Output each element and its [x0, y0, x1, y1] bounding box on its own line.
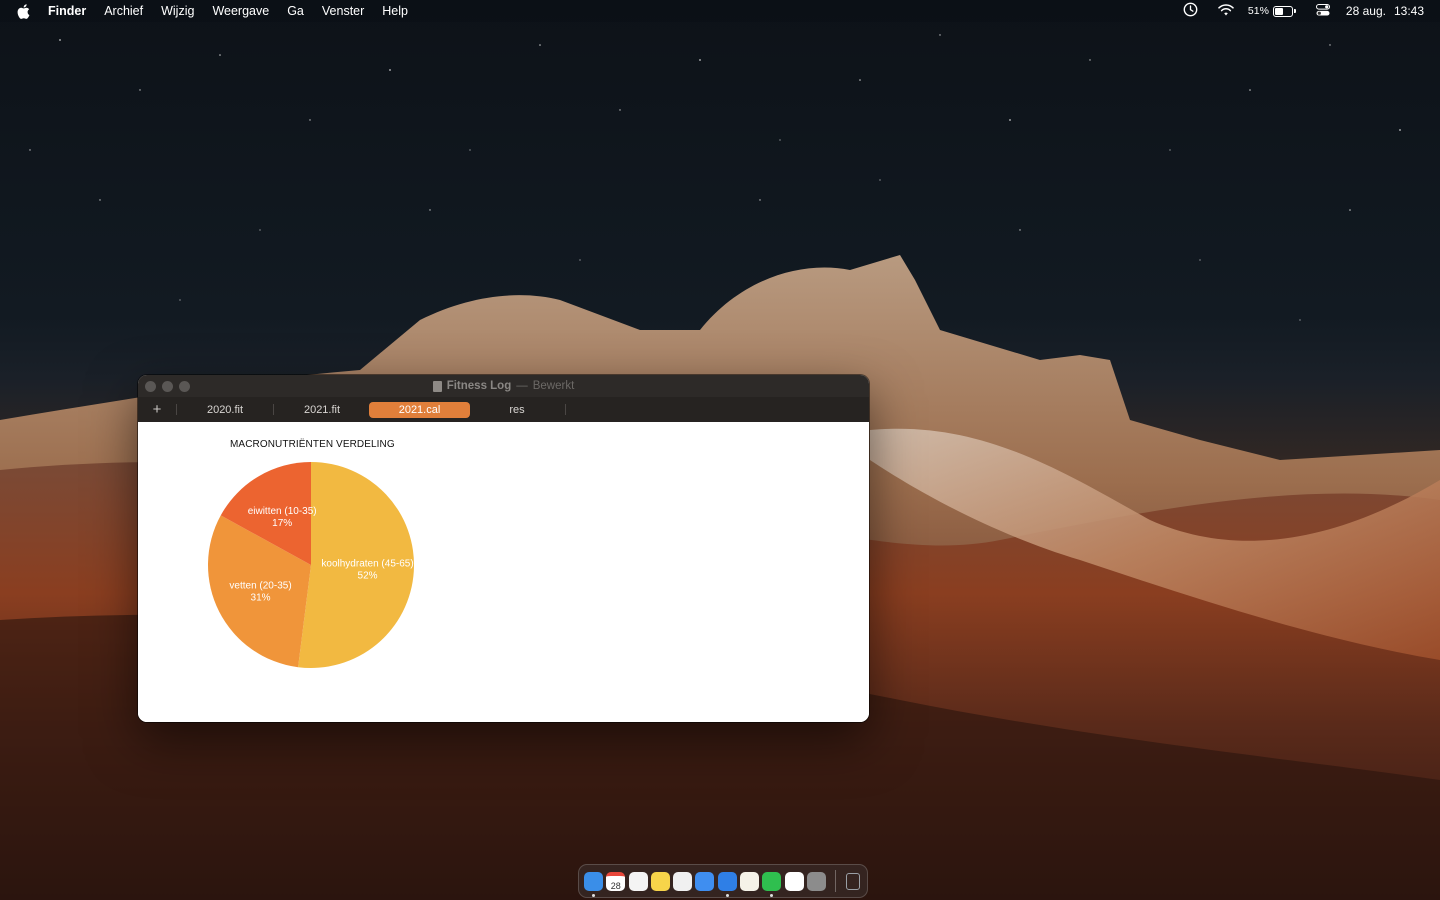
textedit-icon[interactable]: [740, 871, 760, 891]
tab-bar: + 2020.fit 2021.fit 2021.cal res: [138, 397, 869, 423]
dock: 28: [578, 864, 868, 898]
menu-bar-status: 51% 28 aug. 13:43: [1183, 0, 1424, 22]
menu-ga[interactable]: Ga: [287, 4, 304, 18]
pages-icon[interactable]: [784, 871, 804, 891]
menu-archief[interactable]: Archief: [104, 4, 143, 18]
fitness-log-window: Fitness Log — Bewerkt + 2020.fit 2021.fi…: [138, 375, 869, 722]
menu-bar: Finder Archief Wijzig Weergave Ga Venste…: [0, 0, 1440, 22]
battery-percent: 51%: [1247, 5, 1269, 17]
document-icon: [432, 380, 442, 392]
battery-icon: [1272, 5, 1293, 17]
battery-indicator[interactable]: 51%: [1248, 5, 1296, 17]
slice-percent: 17%: [272, 518, 292, 529]
running-indicator: [592, 893, 595, 897]
slice-label: vetten (20-35): [229, 581, 291, 592]
menu-venster[interactable]: Venster: [322, 4, 364, 18]
numbers-icon[interactable]: [762, 871, 782, 897]
calendar-icon[interactable]: 28: [606, 871, 626, 891]
photos-icon[interactable]: [673, 871, 693, 891]
pie-chart: koolhydraten (45-65)52% vetten (20-35)31%…: [207, 462, 414, 668]
tab-divider: [565, 404, 566, 415]
new-tab-button[interactable]: +: [138, 401, 176, 418]
tab-res[interactable]: res: [469, 404, 565, 416]
minimize-button[interactable]: [162, 381, 173, 392]
safari-icon[interactable]: [717, 871, 737, 897]
title-bar[interactable]: Fitness Log — Bewerkt: [138, 375, 869, 397]
wifi-icon[interactable]: [1218, 3, 1234, 19]
document-content: MACRONUTRIËNTEN VERDELING koolhydraten (…: [138, 422, 869, 722]
mail-icon[interactable]: [695, 871, 715, 891]
slice-percent: 52%: [358, 571, 378, 582]
menu-weergave[interactable]: Weergave: [212, 4, 269, 18]
slice-label: eiwitten (10-35): [248, 506, 317, 517]
reminders-icon[interactable]: [628, 871, 648, 891]
window-title-text: Fitness Log: [446, 380, 512, 392]
control-center-icon[interactable]: [1315, 3, 1330, 19]
clock-icon[interactable]: [1183, 2, 1198, 20]
tab-2021-fit[interactable]: 2021.fit: [274, 404, 370, 416]
trash-icon[interactable]: [845, 872, 860, 890]
menu-wijzig[interactable]: Wijzig: [161, 4, 194, 18]
notes-icon[interactable]: [650, 871, 670, 891]
running-indicator: [725, 893, 729, 897]
slice-percent: 31%: [251, 593, 271, 604]
time-text[interactable]: 13:43: [1394, 4, 1424, 18]
menu-help[interactable]: Help: [382, 4, 408, 18]
traffic-lights: [145, 381, 190, 392]
finder-icon[interactable]: [584, 871, 603, 897]
running-indicator: [770, 893, 774, 897]
tab-2020-fit[interactable]: 2020.fit: [177, 404, 273, 416]
system-preferences-icon[interactable]: [806, 871, 826, 891]
zoom-button[interactable]: [179, 381, 190, 392]
close-button[interactable]: [145, 381, 156, 392]
title-separator: —: [516, 380, 528, 392]
window-title: Fitness Log — Bewerkt: [432, 380, 575, 392]
edited-status: Bewerkt: [532, 380, 575, 392]
tab-2021-cal[interactable]: 2021.cal: [369, 401, 470, 418]
apple-icon[interactable]: [17, 3, 31, 19]
date-text[interactable]: 28 aug.: [1346, 4, 1386, 18]
chart-title: MACRONUTRIËNTEN VERDELING: [230, 439, 395, 450]
dock-separator: [835, 870, 837, 892]
menu-app-name[interactable]: Finder: [48, 4, 86, 18]
slice-label: koolhydraten (45-65): [321, 559, 413, 570]
